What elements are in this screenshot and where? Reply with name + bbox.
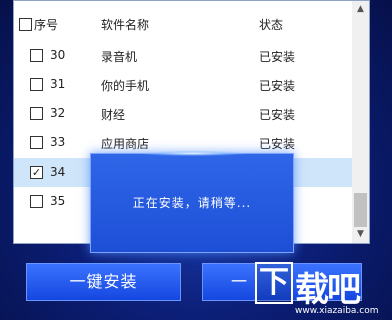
row-name: 财经 bbox=[101, 108, 126, 122]
scroll-thumb[interactable] bbox=[354, 193, 367, 227]
list-header: 序号 软件名称 状态 bbox=[14, 11, 352, 37]
table-row[interactable]: 31 你的手机 已安装 bbox=[14, 70, 352, 99]
dialog-glow bbox=[141, 151, 245, 156]
row-name: 你的手机 bbox=[101, 79, 150, 93]
row-name: 录音机 bbox=[101, 50, 138, 64]
watermark-box: 下 bbox=[255, 262, 293, 304]
row-status: 已安装 bbox=[259, 79, 296, 93]
table-row[interactable]: 30 录音机 已安装 bbox=[14, 41, 352, 70]
row-checkbox[interactable]: ✓ bbox=[30, 166, 43, 179]
watermark-logo: 下 载吧 www.xiazaiba.com bbox=[255, 262, 392, 320]
watermark-url: www.xiazaiba.com bbox=[295, 306, 379, 316]
scroll-up-icon[interactable]: ▲ bbox=[352, 1, 369, 18]
row-checkbox[interactable] bbox=[30, 195, 43, 208]
header-index: 序号 bbox=[34, 18, 59, 32]
table-row[interactable]: 32 财经 已安装 bbox=[14, 99, 352, 128]
row-number: 33 bbox=[50, 135, 66, 149]
row-number: 31 bbox=[50, 77, 66, 91]
header-status: 状态 bbox=[259, 18, 284, 32]
header-name: 软件名称 bbox=[101, 18, 150, 32]
one-click-install-button[interactable]: 一键安装 bbox=[26, 263, 181, 301]
row-checkbox[interactable] bbox=[30, 136, 43, 149]
row-status: 已安装 bbox=[259, 50, 296, 64]
row-checkbox[interactable] bbox=[30, 107, 43, 120]
select-all-checkbox[interactable] bbox=[19, 18, 32, 31]
watermark-title: 载吧 bbox=[295, 270, 361, 310]
row-number: 34 bbox=[50, 165, 66, 179]
row-number: 32 bbox=[50, 106, 66, 120]
row-checkbox[interactable] bbox=[30, 78, 43, 91]
list-scrollbar[interactable]: ▲ ▼ bbox=[352, 1, 369, 243]
scroll-down-icon[interactable]: ▼ bbox=[352, 226, 369, 243]
row-number: 30 bbox=[50, 48, 66, 62]
installing-dialog: 正在安装，请稍等... bbox=[90, 151, 294, 253]
row-status: 已安装 bbox=[259, 108, 296, 122]
installing-message: 正在安装，请稍等... bbox=[132, 196, 252, 210]
row-checkbox[interactable] bbox=[30, 49, 43, 62]
row-status: 已安装 bbox=[259, 137, 296, 151]
row-number: 35 bbox=[50, 194, 66, 208]
row-name: 应用商店 bbox=[101, 137, 150, 151]
